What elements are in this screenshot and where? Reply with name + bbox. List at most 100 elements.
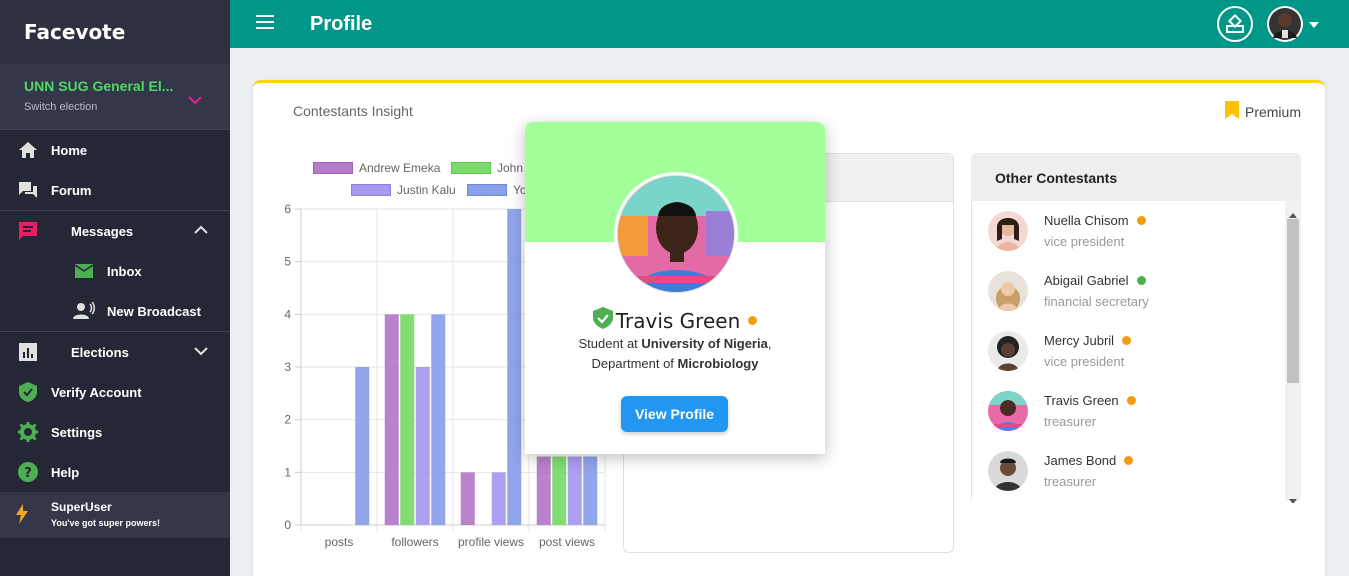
verified-shield-icon xyxy=(592,307,613,334)
scroll-down-icon[interactable] xyxy=(1289,491,1297,503)
list-scrollbar[interactable] xyxy=(1285,201,1301,503)
sidebar-item-label: Settings xyxy=(51,424,103,440)
sidebar-item-forum[interactable]: Forum xyxy=(0,170,230,210)
contestants-list: Nuella Chisom vice president Abigail Gab… xyxy=(971,201,1301,501)
caret-down-icon[interactable] xyxy=(1309,15,1319,33)
contestant-name: Travis Green xyxy=(1044,393,1119,408)
sidebar-item-home[interactable]: Home xyxy=(0,130,230,170)
chevron-up-icon[interactable] xyxy=(194,223,208,238)
chart-bar xyxy=(536,456,551,525)
menu-icon[interactable] xyxy=(256,14,276,35)
chevron-down-icon[interactable] xyxy=(188,92,202,108)
y-tick-label: 3 xyxy=(284,360,291,374)
chart-bar xyxy=(355,367,370,525)
premium-badge[interactable]: Premium xyxy=(1224,101,1301,122)
y-tick-label: 5 xyxy=(284,255,291,269)
contestant-name: Nuella Chisom xyxy=(1044,213,1129,228)
sidebar-item-settings[interactable]: Settings xyxy=(0,412,230,452)
help-icon: ? xyxy=(16,460,40,484)
bar-chart-icon xyxy=(16,340,40,364)
lightning-icon xyxy=(16,500,40,538)
sidebar-item-inbox[interactable]: Inbox xyxy=(0,251,230,291)
contestant-role: treasurer xyxy=(1044,474,1097,489)
vote-box-icon[interactable] xyxy=(1217,6,1253,42)
school-suffix: , xyxy=(767,336,772,351)
chart-bar xyxy=(431,314,446,525)
sidebar: Facevote UNN SUG General El... Switch el… xyxy=(0,0,230,576)
view-profile-button[interactable]: View Profile xyxy=(621,396,728,432)
sidebar-item-new-broadcast[interactable]: New Broadcast xyxy=(0,291,230,331)
profile-popup: Travis Green Student at University of Ni… xyxy=(525,122,825,454)
x-tick-label: posts xyxy=(325,535,354,549)
y-tick-label: 0 xyxy=(284,518,291,532)
sidebar-item-label: Home xyxy=(51,142,88,158)
user-avatar[interactable] xyxy=(1267,6,1303,42)
home-icon xyxy=(16,138,40,162)
chart-bar xyxy=(460,472,475,525)
chart-bar xyxy=(507,209,522,525)
sidebar-item-help[interactable]: ? Help xyxy=(0,452,230,492)
chart-bar xyxy=(491,472,506,525)
election-name: UNN SUG General El... xyxy=(24,78,174,94)
chart-bar xyxy=(583,456,598,525)
list-item[interactable]: Travis Green treasurer xyxy=(972,381,1301,441)
status-dot xyxy=(1136,216,1146,225)
top-bar: Profile xyxy=(230,0,1349,48)
avatar xyxy=(988,391,1028,431)
school-name: University of Nigeria xyxy=(641,336,768,351)
contestant-name: Travis Green xyxy=(615,308,741,333)
popup-avatar xyxy=(614,172,738,296)
list-item[interactable]: Abigail Gabriel financial secretary xyxy=(972,261,1301,321)
contestant-role: financial secretary xyxy=(1044,294,1149,309)
sidebar-item-label: Help xyxy=(51,464,80,480)
sidebar-item-verify-account[interactable]: Verify Account xyxy=(0,372,230,412)
other-contestants-panel: Other Contestants Nuella Chisom vice pre… xyxy=(971,153,1301,503)
chart-bar xyxy=(552,456,567,525)
y-tick-label: 2 xyxy=(284,413,291,427)
status-dot xyxy=(1124,456,1134,465)
list-item[interactable]: Nuella Chisom vice president xyxy=(972,201,1301,261)
superuser-title: SuperUser xyxy=(51,500,112,514)
chart-bar xyxy=(567,456,582,525)
card-title: Contestants Insight xyxy=(293,103,413,119)
y-tick-label: 4 xyxy=(284,307,291,321)
department-name: Microbiology xyxy=(677,356,759,371)
popup-details: Student at University of Nigeria, Depart… xyxy=(525,334,825,374)
sidebar-item-label: Inbox xyxy=(107,263,142,279)
chart-bar xyxy=(415,367,430,525)
superuser-banner[interactable]: SuperUser You've got super powers! xyxy=(0,492,230,538)
contestant-name: James Bond xyxy=(1044,453,1117,468)
avatar xyxy=(988,331,1028,371)
avatar xyxy=(988,211,1028,251)
mail-icon xyxy=(72,259,96,283)
scrollbar-thumb[interactable] xyxy=(1287,219,1299,383)
sidebar-item-label: Elections xyxy=(71,344,129,360)
broadcast-icon xyxy=(72,299,96,323)
other-contestants-title: Other Contestants xyxy=(971,153,1301,201)
contestant-role: vice president xyxy=(1044,354,1125,369)
sidebar-item-elections[interactable]: Elections xyxy=(0,332,230,372)
brand-title[interactable]: Facevote xyxy=(0,0,230,64)
contestant-role: treasurer xyxy=(1044,414,1097,429)
avatar xyxy=(988,271,1028,311)
sidebar-item-label: Forum xyxy=(51,182,92,198)
list-item[interactable]: James Bond treasurer xyxy=(972,441,1301,501)
y-tick-label: 1 xyxy=(284,465,291,479)
page-title: Profile xyxy=(310,12,373,35)
chevron-down-icon[interactable] xyxy=(194,344,208,359)
status-dot xyxy=(1126,396,1136,405)
gear-icon xyxy=(16,420,40,444)
sidebar-item-messages[interactable]: Messages xyxy=(0,211,230,251)
messages-icon xyxy=(16,219,40,243)
x-tick-label: profile views xyxy=(458,535,524,549)
election-switcher[interactable]: UNN SUG General El... Switch election xyxy=(0,64,230,130)
contestant-name: Mercy Jubril xyxy=(1044,333,1115,348)
switch-election-label: Switch election xyxy=(24,101,98,113)
list-item[interactable]: Mercy Jubril vice president xyxy=(972,321,1301,381)
contestant-role: vice president xyxy=(1044,234,1125,249)
avatar xyxy=(988,451,1028,491)
status-dot xyxy=(1122,336,1132,345)
shield-check-icon xyxy=(16,380,40,404)
status-dot xyxy=(748,316,758,325)
sidebar-item-label: New Broadcast xyxy=(107,303,201,319)
